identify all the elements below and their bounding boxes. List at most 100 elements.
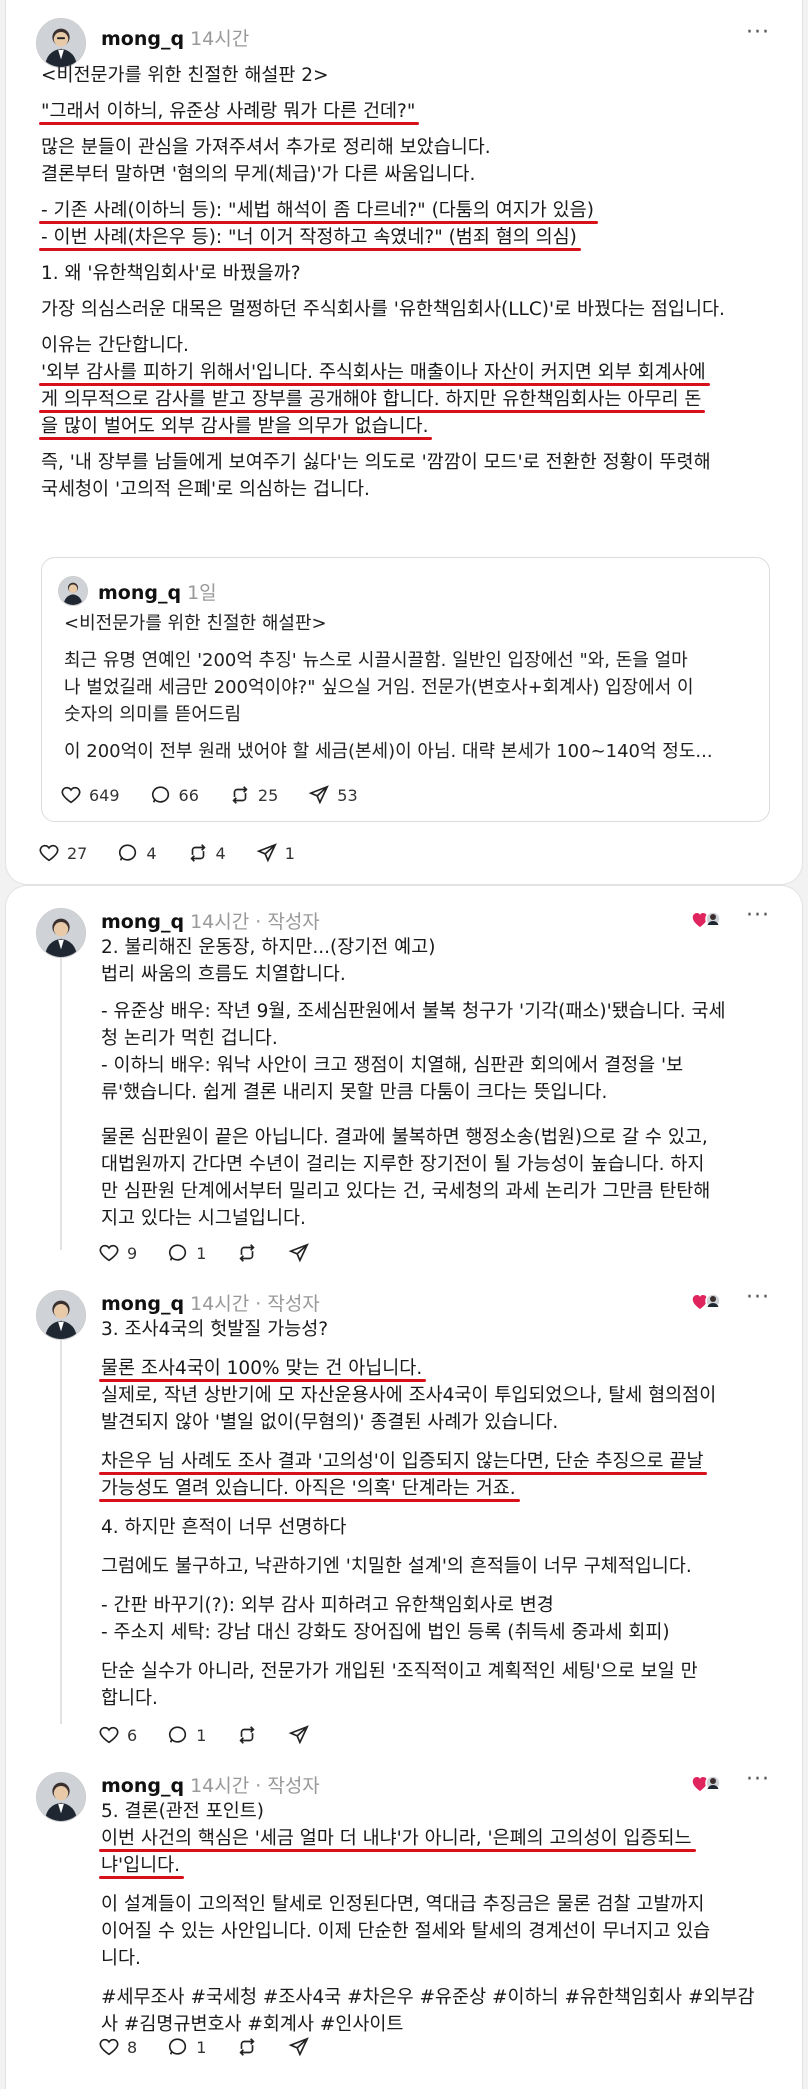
- avatar[interactable]: [36, 908, 86, 958]
- repost-button[interactable]: [236, 1242, 258, 1264]
- username[interactable]: mong_q: [98, 582, 181, 604]
- thread-replies-card: mong_q 14시간 · 작성자 ··· 2. 불리해진 운동장, 하지만...…: [5, 885, 803, 2089]
- comment-button[interactable]: 1: [167, 1242, 206, 1264]
- comment-button[interactable]: 1: [167, 2036, 206, 2058]
- repost-icon: [239, 1244, 255, 1262]
- like-button[interactable]: 9: [98, 1242, 137, 1264]
- quoted-text: 이 200억이 전부 원래 냈어야 할 세금(본세)이 아님. 대략 본세가 1…: [64, 741, 713, 762]
- post-text: 이 설계들이 고의적인 탈세로 인정된다면, 역대급 추징금은 물론 검찰 고발…: [101, 1894, 705, 1915]
- comment-count: 66: [178, 785, 199, 805]
- like-button[interactable]: 27: [38, 842, 87, 864]
- post-text: 게 의무적으로 감사를 받고 장부를 공개해야 합니다. 하지만 유한책임회사는…: [41, 389, 702, 410]
- like-button[interactable]: 649: [60, 784, 120, 806]
- comment-icon: [151, 786, 169, 803]
- share-button[interactable]: 1: [256, 842, 295, 864]
- post-4-body: 5. 결론(관전 포인트) 이번 사건의 핵심은 '세금 얼마 더 내냐'가 아니…: [101, 1798, 770, 2047]
- like-button[interactable]: 8: [98, 2036, 137, 2058]
- post-text: 이유는 간단합니다.: [41, 335, 189, 356]
- repost-icon: [239, 2038, 255, 2056]
- post-3-actions: 6 1: [98, 1724, 310, 1746]
- post-2-body: 2. 불리해진 운동장, 하지만...(장기전 예고) 법리 싸움의 흐름도 치열…: [101, 934, 770, 1241]
- username[interactable]: mong_q: [101, 1775, 184, 1797]
- share-count: 53: [337, 785, 358, 805]
- repost-button[interactable]: [236, 2036, 258, 2058]
- author-liked-icon: [692, 911, 721, 927]
- comment-icon: [169, 1244, 187, 1261]
- post-header: mong_q 14시간 · 작성자: [101, 1771, 320, 1798]
- share-button[interactable]: [288, 2036, 310, 2058]
- post-text: 물론 심판원이 끝은 아닙니다. 결과에 불복하면 행정소송(법원)으로 갈 수…: [101, 1127, 708, 1148]
- share-icon: [256, 843, 277, 863]
- author-liked-icon: [692, 1293, 721, 1309]
- avatar[interactable]: [58, 576, 88, 606]
- timestamp: 1일: [187, 582, 217, 604]
- post-text: 가장 의심스러운 대목은 멀쩡하던 주식회사를 '유한책임회사(LLC)'로 바…: [41, 299, 725, 320]
- post-text: 1. 왜 '유한책임회사'로 바꿨을까?: [41, 263, 301, 284]
- repost-button[interactable]: 25: [229, 784, 278, 806]
- post-text: - 간판 바꾸기(?): 외부 감사 피하려고 유한책임회사로 변경: [101, 1595, 554, 1616]
- repost-button[interactable]: [236, 1724, 258, 1746]
- thread-line: [60, 950, 62, 1250]
- main-post-card: mong_q 14시간 ··· <비전문가를 위한 친절한 해설판 2> "그래서…: [5, 0, 803, 885]
- post-4-actions: 8 1: [98, 2036, 310, 2058]
- post-text: 단순 실수가 아니라, 전문가가 개입된 '조직적이고 계획적인 세팅'으로 보…: [101, 1661, 698, 1682]
- like-count: 27: [67, 843, 88, 863]
- username[interactable]: mong_q: [101, 28, 184, 50]
- like-count: 9: [127, 1243, 138, 1263]
- post-text: 발견되지 않아 '별일 없이(무혐의)' 종결된 사례가 있습니다.: [101, 1412, 559, 1433]
- post-text: '외부 감사를 피하기 위해서'입니다. 주식회사는 매출이나 자산이 커지면 …: [41, 362, 706, 383]
- comment-icon: [169, 2038, 187, 2055]
- quoted-text: <비전문가를 위한 친절한 해설판>: [64, 613, 327, 634]
- post-text: 국세청이 '고의적 은폐'로 의심하는 겁니다.: [41, 479, 370, 500]
- more-icon[interactable]: ···: [746, 1767, 770, 1792]
- repost-icon: [232, 786, 248, 804]
- post-text: 그럼에도 불구하고, 낙관하기엔 '치밀한 설계'의 흔적들이 너무 구체적입니…: [101, 1556, 692, 1577]
- more-icon[interactable]: ···: [746, 20, 770, 45]
- avatar[interactable]: [36, 1290, 86, 1340]
- more-icon[interactable]: ···: [746, 1285, 770, 1310]
- avatar[interactable]: [36, 18, 86, 68]
- post-text: <비전문가를 위한 친절한 해설판 2>: [41, 65, 329, 86]
- post-text: 이어질 수 있는 사안입니다. 이제 단순한 절세와 탈세의 경계선이 무너지고…: [101, 1921, 711, 1942]
- share-count: 1: [284, 843, 295, 863]
- post-text: 이번 사건의 핵심은 '세금 얼마 더 내냐'가 아니라, '은폐의 고의성이 …: [101, 1828, 692, 1849]
- post-text: 대법원까지 간다면 수년이 걸리는 지루한 장기전이 될 가능성이 높습니다. …: [101, 1154, 705, 1175]
- post-text: "그래서 이하늬, 유준상 사례랑 뭐가 다른 건데?": [41, 101, 416, 122]
- post-text: 니다.: [101, 1948, 141, 1969]
- post-text: 물론 조사4국이 100% 맞는 건 아닙니다.: [101, 1358, 423, 1379]
- post-text: - 유준상 배우: 작년 9월, 조세심판원에서 불복 청구가 '기각(패소)'…: [101, 1001, 726, 1022]
- post-header: mong_q 14시간 · 작성자: [101, 1289, 320, 1316]
- post-text: 많은 분들이 관심을 가져주셔서 추가로 정리해 보았습니다.: [41, 137, 491, 158]
- threads-feed: mong_q 14시간 ··· <비전문가를 위한 친절한 해설판 2> "그래서…: [0, 0, 808, 2089]
- avatar[interactable]: [36, 1772, 86, 1822]
- post-text: 법리 싸움의 흐름도 치열합니다.: [101, 964, 346, 985]
- post-text: 실제로, 작년 상반기에 모 자산운용사에 조사4국이 투입되었으나, 탈세 혐…: [101, 1385, 717, 1406]
- comment-count: 1: [196, 2037, 207, 2057]
- username[interactable]: mong_q: [101, 911, 184, 933]
- comment-button[interactable]: 1: [167, 1724, 206, 1746]
- more-icon[interactable]: ···: [746, 903, 770, 928]
- username[interactable]: mong_q: [101, 1293, 184, 1315]
- share-button[interactable]: [288, 1724, 310, 1746]
- share-button[interactable]: [288, 1242, 310, 1264]
- timestamp: 14시간 · 작성자: [190, 1293, 320, 1315]
- comment-button[interactable]: 66: [150, 784, 199, 806]
- share-icon: [288, 2037, 310, 2057]
- share-button[interactable]: 53: [308, 784, 358, 806]
- post-text: 냐'입니다.: [101, 1855, 181, 1876]
- share-icon: [288, 1243, 310, 1263]
- quoted-post[interactable]: mong_q 1일 <비전문가를 위한 친절한 해설판> 최근 유명 연예인 '2…: [41, 557, 770, 822]
- post-text: 차은우 님 사례도 조사 결과 '고의성'이 입증되지 않는다면, 단순 추징으…: [101, 1451, 704, 1472]
- post-text: 지고 있다는 시그널입니다.: [101, 1208, 306, 1229]
- post-text: 2. 불리해진 운동장, 하지만...(장기전 예고): [101, 937, 436, 958]
- post-header: mong_q 14시간 · 작성자: [101, 907, 320, 934]
- comment-count: 1: [196, 1243, 207, 1263]
- like-button[interactable]: 6: [98, 1724, 137, 1746]
- like-count: 6: [127, 1725, 138, 1745]
- heart-icon: [61, 786, 81, 804]
- post-text: 청 논리가 먹힌 겁니다.: [101, 1028, 278, 1049]
- comment-count: 4: [146, 843, 157, 863]
- post-1-body: <비전문가를 위한 친절한 해설판 2> "그래서 이하늬, 유준상 사례랑 뭐…: [41, 62, 770, 512]
- repost-button[interactable]: 4: [187, 842, 226, 864]
- comment-button[interactable]: 4: [117, 842, 157, 864]
